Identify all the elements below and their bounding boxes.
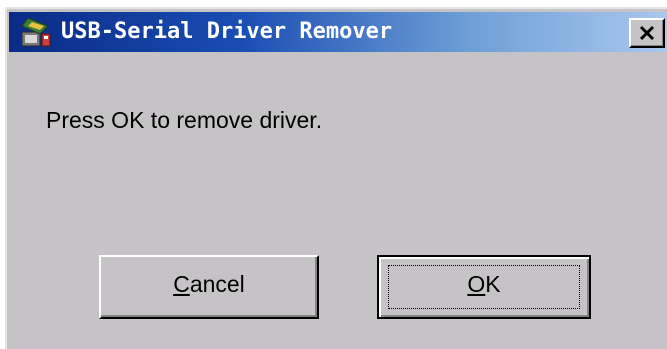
dialog-window: USB-Serial Driver Remover Press OK to re… [5, 7, 667, 349]
ok-mnemonic: O [467, 271, 486, 297]
cancel-mnemonic: C [173, 271, 190, 297]
cancel-label-rest: ancel [189, 271, 245, 297]
title-bar[interactable]: USB-Serial Driver Remover [9, 12, 667, 52]
ok-button-label: OK [467, 257, 500, 311]
cancel-button[interactable]: Cancel [99, 255, 319, 319]
driver-app-icon [18, 16, 52, 48]
window-title: USB-Serial Driver Remover [61, 19, 393, 44]
cancel-button-label: Cancel [173, 257, 245, 311]
close-icon [639, 25, 655, 41]
dialog-message: Press OK to remove driver. [46, 107, 323, 133]
close-button[interactable] [629, 18, 665, 48]
ok-button[interactable]: OK [377, 255, 591, 319]
ok-label-rest: K [485, 271, 501, 297]
